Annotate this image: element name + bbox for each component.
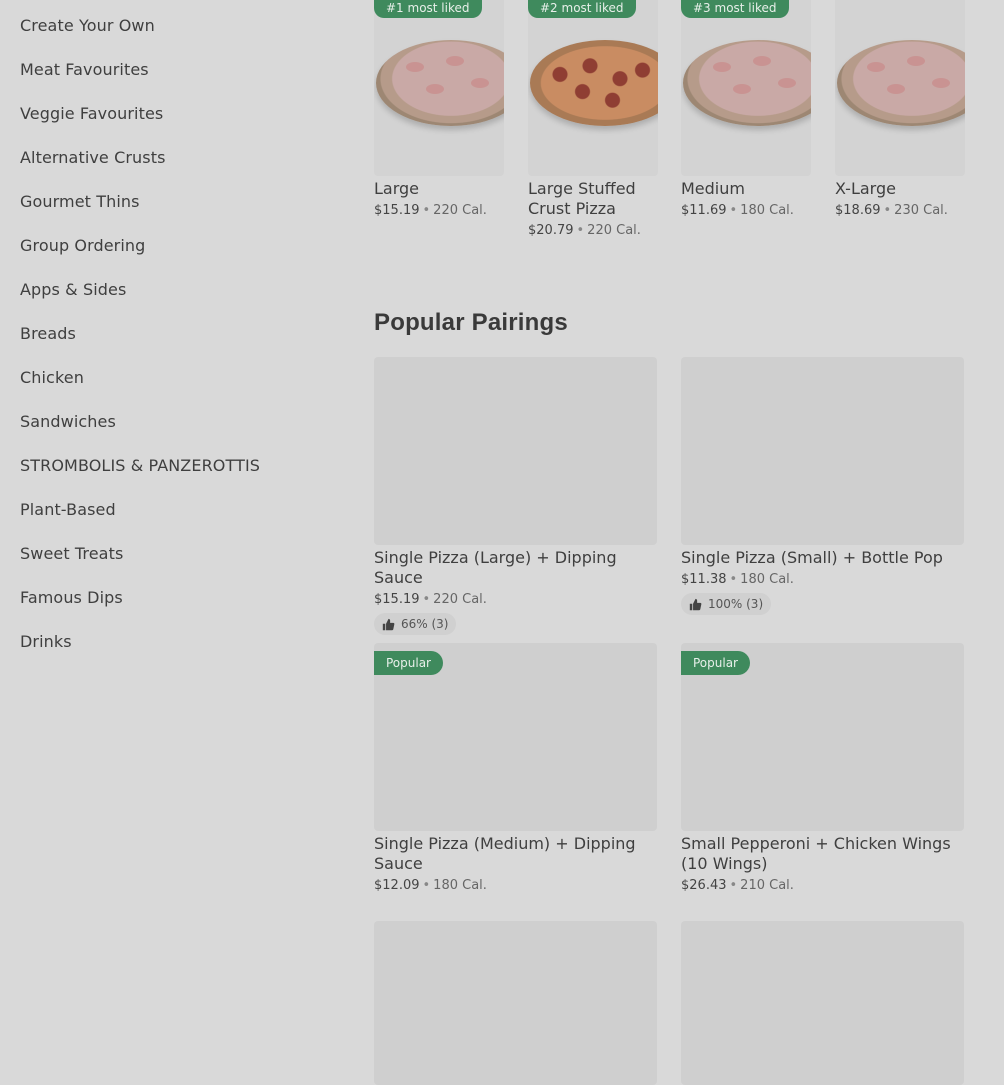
sidebar-item-chicken[interactable]: Chicken [20,368,84,387]
product-card[interactable]: X-Large $18.69 • 230 Cal. [835,0,965,218]
meta-separator: • [729,572,738,587]
pepperoni-pizza-image [530,40,658,126]
meta-separator: • [576,223,585,238]
sidebar-item-create-your-own[interactable]: Create Your Own [20,16,155,35]
product-calories: 180 Cal. [740,203,794,218]
pairing-name: Single Pizza (Medium) + Dipping Sauce [374,834,636,873]
sidebar-item-sweet-treats[interactable]: Sweet Treats [20,544,123,563]
pairing-price: $12.09 [374,878,420,893]
meta-separator: • [422,592,431,607]
product-price: $20.79 [528,223,574,238]
sidebar-item-meat-favourites[interactable]: Meat Favourites [20,60,149,79]
pairing-calories: 220 Cal. [433,592,487,607]
product-image: #2 most liked [528,0,658,176]
meta-separator: • [729,203,738,218]
meta-separator: • [729,878,738,893]
pairing-card[interactable]: Single Pizza (Small) + Bottle Pop $11.38… [681,357,964,615]
popular-badge: Popular [681,651,750,675]
product-image [835,0,965,176]
like-percent: 66% (3) [401,617,449,631]
pairing-card[interactable]: Single Pizza (Large) + Dipping Sauce $15… [374,357,657,635]
like-percent: 100% (3) [708,597,764,611]
product-price: $11.69 [681,203,727,218]
pairing-image [374,357,657,545]
pairing-meta: $26.43 • 210 Cal. [681,878,964,893]
sidebar-item-famous-dips[interactable]: Famous Dips [20,588,123,607]
sidebar-item-group-ordering[interactable]: Group Ordering [20,236,145,255]
sidebar-item-apps-sides[interactable]: Apps & Sides [20,280,126,299]
pairing-image [681,357,964,545]
sidebar-item-veggie-favourites[interactable]: Veggie Favourites [20,104,163,123]
sidebar-item-alternative-crusts[interactable]: Alternative Crusts [20,148,166,167]
pairing-calories: 180 Cal. [740,572,794,587]
popular-badge: Popular [374,651,443,675]
product-image: #1 most liked [374,0,504,176]
pairing-meta: $15.19 • 220 Cal. [374,592,657,607]
pairing-card[interactable]: Popular Small Pepperoni + Chicken Wings … [681,643,964,893]
product-price: $15.19 [374,203,420,218]
pairing-card[interactable] [374,921,657,1085]
pairing-calories: 180 Cal. [433,878,487,893]
product-name: Large [374,179,420,198]
pairing-price: $11.38 [681,572,727,587]
pairing-name: Single Pizza (Small) + Bottle Pop [681,548,943,567]
like-rating: 100% (3) [681,593,772,615]
pairing-price: $15.19 [374,592,420,607]
product-image: #3 most liked [681,0,811,176]
rank-badge: #2 most liked [528,0,636,18]
product-meta: $15.19 • 220 Cal. [374,203,504,218]
meta-separator: • [883,203,892,218]
pairing-name: Small Pepperoni + Chicken Wings (10 Wing… [681,834,951,873]
sidebar-item-strombolis[interactable]: STROMBOLIS & PANZEROTTIS [20,456,260,475]
thumbs-up-icon [689,598,702,610]
pairing-card[interactable]: Popular Single Pizza (Medium) + Dipping … [374,643,657,893]
thumbs-up-icon [382,618,395,630]
product-card[interactable]: #3 most liked Medium $11.69 • 180 Cal. [681,0,811,218]
product-price: $18.69 [835,203,881,218]
product-meta: $20.79 • 220 Cal. [528,223,658,238]
product-meta: $11.69 • 180 Cal. [681,203,811,218]
sidebar-item-sandwiches[interactable]: Sandwiches [20,412,116,431]
product-calories: 230 Cal. [894,203,948,218]
pizza-image [837,40,965,126]
pairing-card[interactable] [681,921,964,1085]
pairing-name: Single Pizza (Large) + Dipping Sauce [374,548,617,587]
like-rating: 66% (3) [374,613,457,635]
product-card[interactable]: #2 most liked Large Stuffed Crust Pizza … [528,0,658,238]
product-meta: $18.69 • 230 Cal. [835,203,965,218]
product-calories: 220 Cal. [433,203,487,218]
pairing-image: Popular [681,643,964,831]
sidebar-item-plant-based[interactable]: Plant-Based [20,500,116,519]
product-name: Large Stuffed Crust Pizza [528,179,636,218]
pairing-price: $26.43 [681,878,727,893]
pizza-image [683,40,811,126]
product-calories: 220 Cal. [587,223,641,238]
meta-separator: • [422,878,431,893]
rank-badge: #3 most liked [681,0,789,18]
sidebar-item-breads[interactable]: Breads [20,324,76,343]
pairing-meta: $11.38 • 180 Cal. [681,572,964,587]
pairing-image [374,921,657,1085]
sidebar-item-gourmet-thins[interactable]: Gourmet Thins [20,192,140,211]
pairing-calories: 210 Cal. [740,878,794,893]
product-name: X-Large [835,179,896,198]
rank-badge: #1 most liked [374,0,482,18]
meta-separator: • [422,203,431,218]
pizza-image [376,40,504,126]
pairing-meta: $12.09 • 180 Cal. [374,878,657,893]
pairing-image [681,921,964,1085]
product-card[interactable]: #1 most liked Large $15.19 • 220 Cal. [374,0,504,218]
section-title-popular-pairings: Popular Pairings [374,309,568,336]
product-name: Medium [681,179,745,198]
sidebar-item-drinks[interactable]: Drinks [20,632,72,651]
pairing-image: Popular [374,643,657,831]
